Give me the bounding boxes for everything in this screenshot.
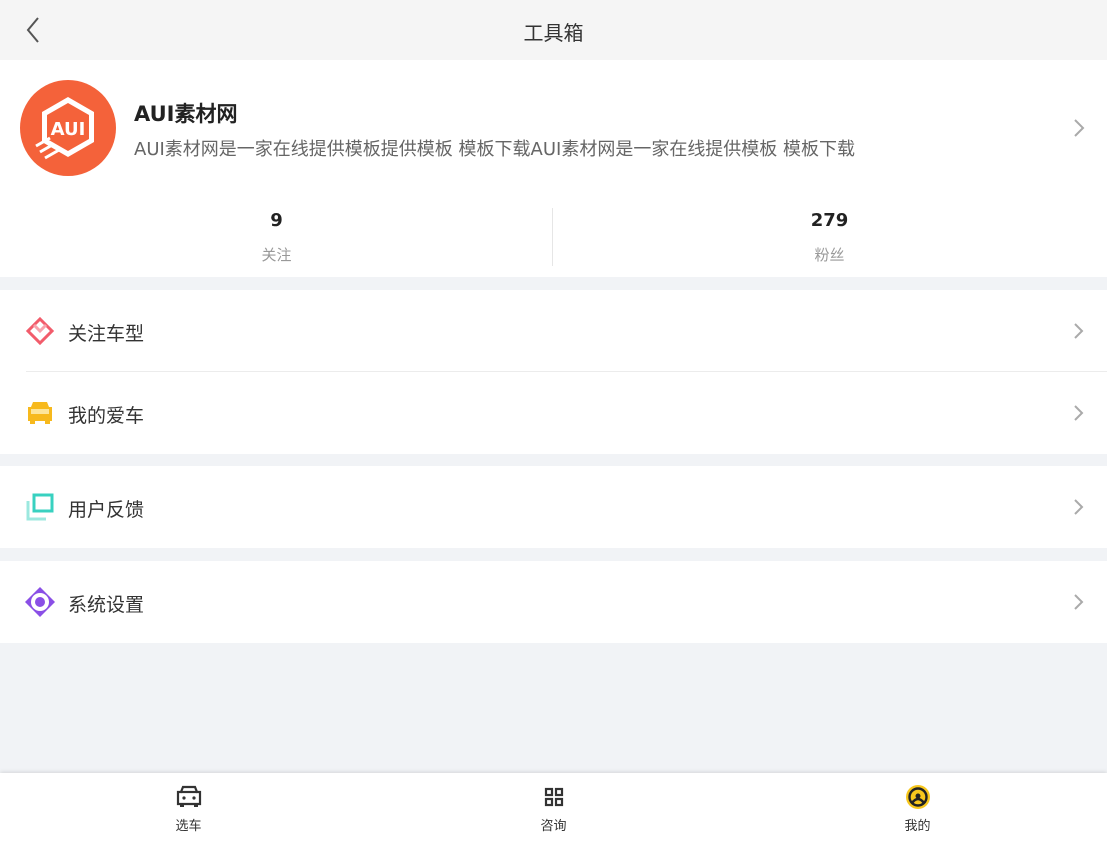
stat-value: 279 [810,210,849,231]
chevron-right-icon [1069,494,1089,520]
stat-following[interactable]: 9 关注 [0,200,553,270]
menu-group: 关注车型 我的爱车 [0,290,1107,454]
menu-item-my-car[interactable]: 我的爱车 [0,372,1107,454]
profile-card[interactable]: AUI AUI素材网 AUI素材网是一家在线提供模板提供模板 模板下载AUI素材… [0,60,1107,277]
heart-icon [24,315,56,347]
menu-item-label: 系统设置 [68,594,145,616]
settings-icon [24,586,56,618]
chevron-right-icon [1069,114,1089,142]
stat-label: 关注 [261,246,292,264]
menu-item-label: 用户反馈 [68,499,145,521]
stat-followers[interactable]: 279 粉丝 [553,200,1106,270]
steering-wheel-icon [904,783,932,811]
menu-item-label: 关注车型 [68,323,145,345]
menu-item-settings[interactable]: 系统设置 [0,561,1107,643]
profile-stats: 9 关注 279 粉丝 [0,200,1107,277]
profile-name: AUI素材网 [134,102,238,126]
tab-label: 我的 [904,819,931,834]
aui-logo-icon: AUI [20,80,116,176]
grid-icon [540,783,568,811]
header-bar: 工具箱 [0,0,1107,60]
chevron-right-icon [1069,589,1089,615]
chevron-right-icon [1069,400,1089,426]
avatar: AUI [20,80,116,176]
tab-label: 咨询 [540,819,567,834]
tab-label: 选车 [175,819,202,834]
avatar-text: AUI [51,119,86,140]
tab-select-car[interactable]: 选车 [4,773,373,842]
chevron-right-icon [1069,318,1089,344]
car-icon [24,397,56,429]
bottom-tab-bar: 选车 咨询 我的 [0,773,1107,842]
stat-label: 粉丝 [814,246,845,264]
feedback-icon [24,491,56,523]
stat-value: 9 [270,210,283,231]
menu-group: 用户反馈 [0,466,1107,548]
page-title: 工具箱 [523,21,584,45]
tab-consult[interactable]: 咨询 [369,773,738,842]
menu-group: 系统设置 [0,561,1107,643]
menu-item-followed-models[interactable]: 关注车型 [0,290,1107,372]
car-icon [175,783,203,811]
profile-description: AUI素材网是一家在线提供模板提供模板 模板下载AUI素材网是一家在线提供模板 … [134,139,856,160]
menu-item-label: 我的爱车 [68,405,145,427]
menu-item-feedback[interactable]: 用户反馈 [0,466,1107,548]
tab-mine[interactable]: 我的 [733,773,1102,842]
